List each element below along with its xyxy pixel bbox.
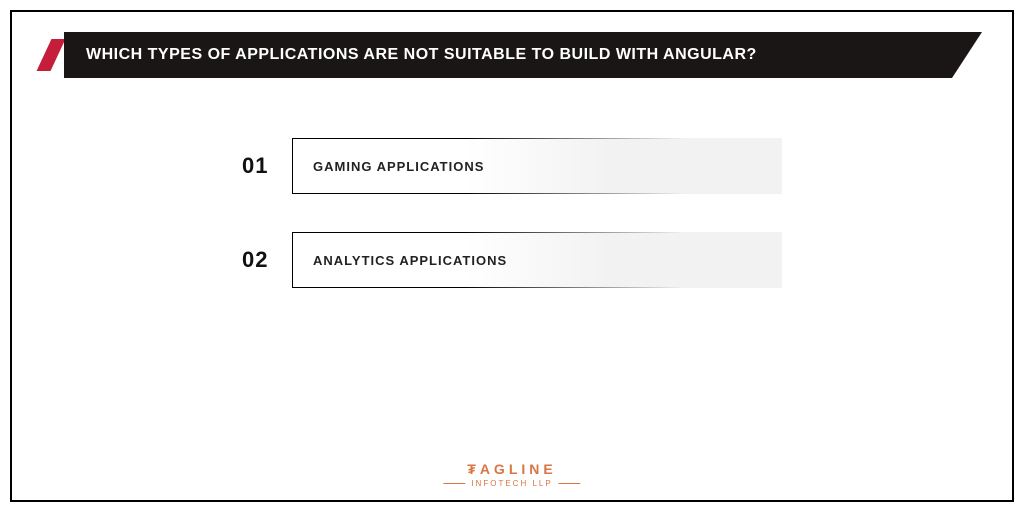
page-title: WHICH TYPES OF APPLICATIONS ARE NOT SUIT…	[64, 32, 982, 78]
list-area: 01 GAMING APPLICATIONS 02 ANALYTICS APPL…	[242, 138, 782, 288]
logo-text-bottom: INFOTECH LLP	[443, 479, 580, 488]
item-label: ANALYTICS APPLICATIONS	[292, 232, 782, 288]
content-frame: WHICH TYPES OF APPLICATIONS ARE NOT SUIT…	[10, 10, 1014, 502]
logo-text-top: ₮AGLINE	[443, 461, 580, 477]
item-number: 02	[242, 247, 292, 273]
logo-line-icon	[559, 483, 581, 484]
header-banner: WHICH TYPES OF APPLICATIONS ARE NOT SUIT…	[42, 32, 982, 78]
accent-slash-icon	[37, 39, 66, 71]
item-number: 01	[242, 153, 292, 179]
footer-logo: ₮AGLINE INFOTECH LLP	[443, 461, 580, 488]
logo-subtitle: INFOTECH LLP	[471, 479, 552, 488]
item-label: GAMING APPLICATIONS	[292, 138, 782, 194]
list-item: 01 GAMING APPLICATIONS	[242, 138, 782, 194]
list-item: 02 ANALYTICS APPLICATIONS	[242, 232, 782, 288]
logo-line-icon	[443, 483, 465, 484]
